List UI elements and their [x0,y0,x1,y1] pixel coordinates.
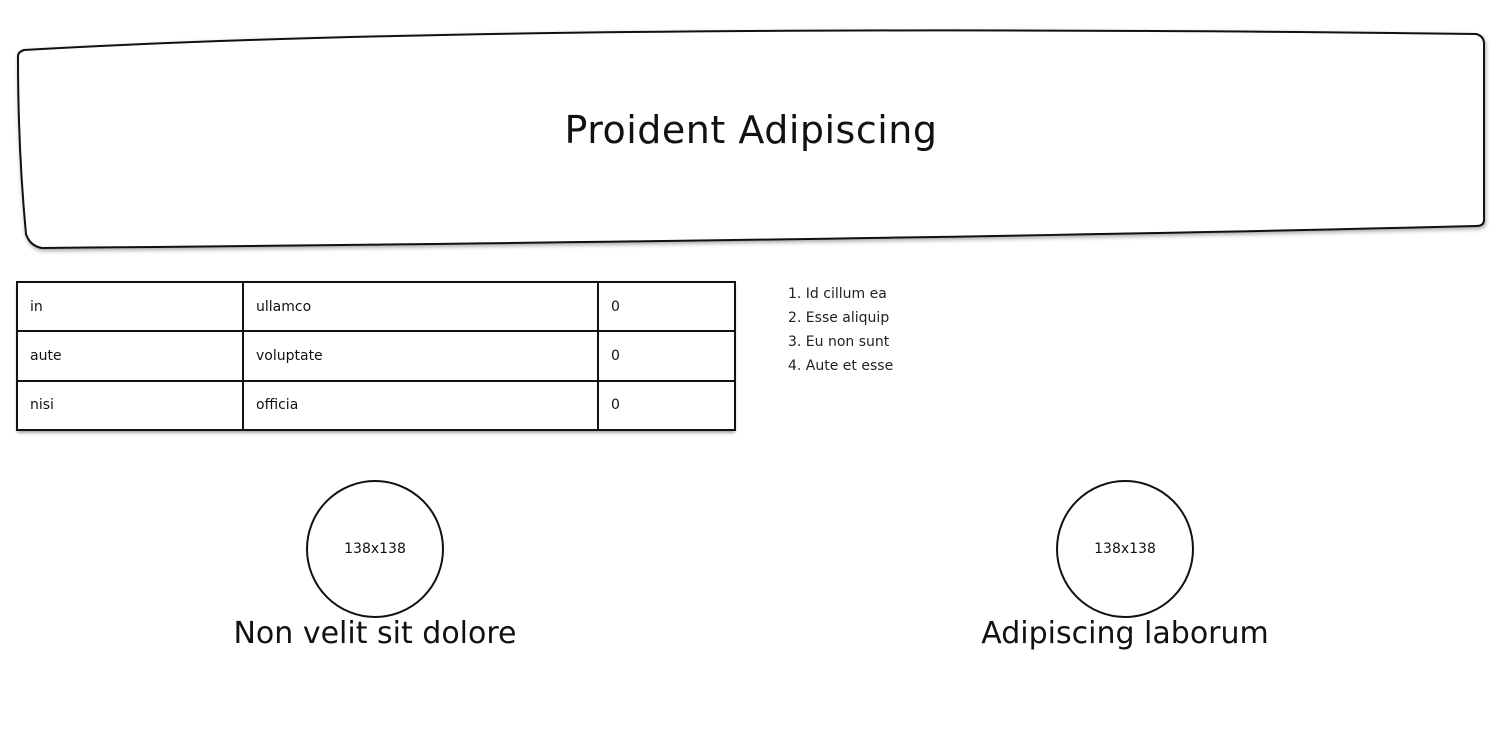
ordered-list: 1. Id cillum ea 2. Esse aliquip 3. Eu no… [788,282,893,378]
list-item: 2. Esse aliquip [788,310,890,326]
image-placeholder: 138x138 [1056,480,1194,618]
table-cell: 0 [597,379,736,432]
card-caption: Adipiscing laborum [981,616,1269,651]
table-cell: 0 [597,280,736,333]
image-size-label: 138x138 [1094,541,1156,557]
page-title: Proident Adipiscing [564,108,938,152]
data-table: in ullamco 0 aute voluptate 0 nisi offic… [16,280,736,432]
list-item: 4. Aute et esse [788,358,894,374]
card-caption: Non velit sit dolore [233,616,517,651]
list-item: 3. Eu non sunt [788,334,890,350]
image-size-label: 138x138 [344,541,406,557]
table-cell: voluptate [242,330,599,382]
table-cell: in [16,280,244,333]
table-cell: aute [16,330,244,382]
table-row: in ullamco 0 [16,280,736,333]
table-cell: officia [242,379,599,432]
table-cell: nisi [16,379,244,432]
image-placeholder: 138x138 [306,480,444,618]
header-banner: Proident Adipiscing [14,29,1488,250]
list-item: 1. Id cillum ea [788,286,887,302]
table-row: aute voluptate 0 [16,330,736,382]
table-row: nisi officia 0 [16,379,736,432]
table-cell: ullamco [242,280,599,333]
table-cell: 0 [597,330,736,382]
